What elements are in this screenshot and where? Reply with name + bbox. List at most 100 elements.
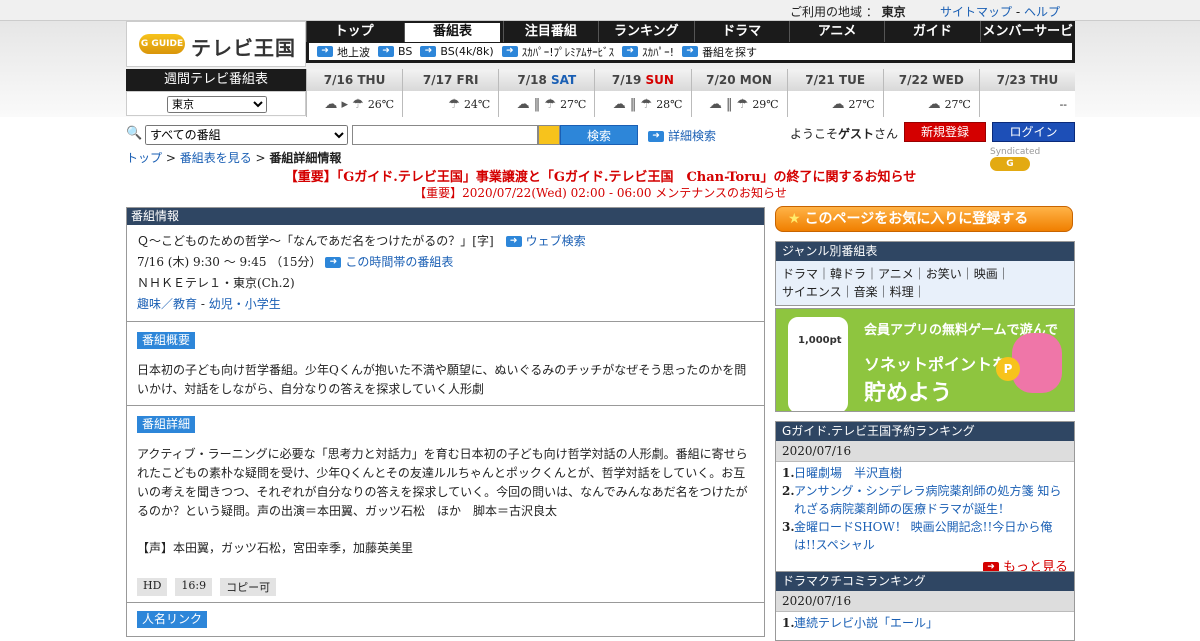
temperature: 27℃ — [560, 97, 587, 111]
register-button[interactable]: 新規登録 — [904, 122, 986, 142]
rank-number: 3. — [782, 520, 795, 534]
ranking-item[interactable]: 2. アンサング・シンデレラ病院薬剤師の処方箋 知られざる病院薬剤師の医療ドラマが… — [782, 482, 1068, 518]
arrow-icon: ➜ — [325, 257, 342, 268]
advanced-search-label[interactable]: 詳細検索 — [668, 129, 716, 143]
ranking-title[interactable]: 連続テレビ小説「エール」 — [794, 614, 938, 632]
ranking-title[interactable]: 日曜劇場 半沢直樹 — [794, 464, 902, 482]
day-column[interactable]: 7/23 THU -- — [978, 69, 1075, 117]
day-column[interactable]: 7/20 MON ☁ ‖ ☂ 29℃ — [690, 69, 787, 117]
bear-mascot-image — [1012, 333, 1062, 393]
day-of-week: SUN — [645, 73, 674, 87]
weather-cell: ☁ 27℃ — [787, 91, 883, 117]
ranking-title[interactable]: アンサング・シンデレラ病院薬剤師の処方箋 知られざる病院薬剤師の医療ドラマが誕生… — [794, 482, 1068, 518]
subnav-label: ｽｶﾊﾟｰ!ﾌﾟﾚﾐｱﾑｻｰﾋﾞｽ — [521, 45, 615, 59]
genre-link[interactable]: 趣味／教育 — [137, 297, 197, 311]
ranking-list: 1. 連続テレビ小説「エール」 — [776, 612, 1074, 634]
ranking-item[interactable]: 1. 日曜劇場 半沢直樹 — [782, 464, 1068, 482]
day-header[interactable]: 7/17 FRI — [403, 69, 499, 91]
weather-cell: ☁ ▸ ☂ 26℃ — [307, 91, 403, 117]
subnav-item[interactable]: ➜ BS(4k/8k) — [420, 45, 494, 58]
advanced-search-link[interactable]: ➜ 詳細検索 — [648, 127, 716, 144]
weather-cell: ☁ ‖ ☂ 29℃ — [691, 91, 787, 117]
genre-links-row2[interactable]: サイエンス｜音楽｜料理｜ — [782, 283, 1068, 301]
day-header[interactable]: 7/21 TUE — [787, 69, 883, 91]
day-header[interactable]: 7/20 MON — [691, 69, 787, 91]
day-header[interactable]: 7/23 THU — [979, 69, 1075, 91]
subnav-item[interactable]: ➜ BS — [378, 45, 412, 58]
nav-tab[interactable]: アニメ — [788, 21, 884, 42]
breadcrumb-schedule[interactable]: 番組表を見る — [180, 151, 252, 165]
weather-icon: ☁ ‖ ☂ — [708, 96, 749, 112]
format-tag: 16:9 — [175, 578, 213, 596]
subnav-item[interactable]: ➜ 番組を探す — [682, 44, 757, 60]
breadcrumb-top[interactable]: トップ — [126, 151, 162, 165]
region-value[interactable]: 東京 — [882, 5, 906, 19]
day-header[interactable]: 7/16 THU — [307, 69, 403, 91]
day-column[interactable]: 7/16 THU ☁ ▸ ☂ 26℃ — [306, 69, 403, 117]
day-header[interactable]: 7/22 WED — [883, 69, 979, 91]
arrow-icon: ➜ — [648, 131, 664, 142]
point-ad-banner[interactable]: 1,000pt 会員アプリの無料ゲームで遊んで ソネットポイントを 貯めよう P — [775, 308, 1075, 412]
breadcrumb-current: 番組詳細情報 — [269, 151, 342, 165]
site-logo[interactable]: G GUIDE テレビ王国 — [126, 21, 306, 67]
syndicated-label: Syndicated — [990, 147, 1041, 157]
search-input[interactable] — [352, 125, 538, 145]
day-column[interactable]: 7/18 SAT ☁ ‖ ☂ 27℃ — [498, 69, 595, 117]
nav-tab[interactable]: メンバーサービス — [979, 21, 1075, 60]
region-indicator: ご利用の地域 ： 東京 — [790, 3, 906, 20]
sitemap-link[interactable]: サイトマップ — [940, 5, 1012, 19]
region-label: ご利用の地域 ： — [790, 5, 878, 19]
rank-number: 1. — [782, 616, 795, 630]
breadcrumb: トップ > 番組表を見る > 番組詳細情報 — [126, 149, 341, 166]
area-select[interactable]: 東京 — [167, 96, 267, 113]
honorific: さん — [874, 127, 899, 141]
day-column[interactable]: 7/21 TUE ☁ 27℃ — [786, 69, 883, 117]
day-header[interactable]: 7/19 SUN — [595, 69, 691, 91]
day-column[interactable]: 7/22 WED ☁ 27℃ — [882, 69, 979, 117]
day-date: 7/16 — [323, 73, 354, 87]
breadcrumb-sep: > — [162, 151, 180, 165]
notice-maintenance[interactable]: 【重要】2020/07/22(Wed) 02:00 - 06:00 メンテナンス… — [126, 184, 1075, 201]
nav-tab[interactable]: ドラマ — [693, 21, 789, 42]
add-favorite-button[interactable]: ★ このページをお気に入りに登録する — [775, 206, 1073, 232]
day-column[interactable]: 7/19 SUN ☁ ‖ ☂ 28℃ — [594, 69, 691, 117]
help-link[interactable]: ヘルプ — [1024, 5, 1060, 19]
search-button[interactable]: 検索 — [560, 125, 638, 145]
guest-name: ゲスト — [838, 127, 875, 141]
people-link-badge: 人名リンク — [137, 611, 208, 628]
day-of-week: MON — [739, 73, 772, 87]
cast-text: 【声】本田翼，ガッツ石松，宮田幸季，加藤英美里 — [137, 541, 414, 555]
arrow-icon: ➜ — [682, 46, 699, 57]
subnav-item[interactable]: ➜ ｽｶﾊﾟｰ!ﾌﾟﾚﾐｱﾑｻｰﾋﾞｽ — [501, 44, 615, 60]
same-time-link[interactable]: この時間帯の番組表 — [345, 255, 453, 269]
genre-box: ジャンル別番組表 ドラマ｜韓ドラ｜アニメ｜お笑い｜映画｜ サイエンス｜音楽｜料理｜ — [775, 241, 1075, 306]
ranking-list: 1. 日曜劇場 半沢直樹 2. アンサング・シンデレラ病院薬剤師の処方箋 知られざる病… — [776, 462, 1074, 556]
day-header[interactable]: 7/18 SAT — [499, 69, 595, 91]
nav-tab[interactable]: トップ — [306, 21, 401, 42]
category-select[interactable]: すべての番組 — [145, 125, 348, 145]
subnav-item[interactable]: ➜ ｽｶﾊﾟｰ! — [622, 44, 674, 60]
gguide-badge: G GUIDE — [139, 34, 185, 54]
link-separator: - — [1015, 5, 1021, 19]
genre-links-row1[interactable]: ドラマ｜韓ドラ｜アニメ｜お笑い｜映画｜ — [782, 265, 1068, 283]
subnav-label: ｽｶﾊﾟｰ! — [642, 45, 675, 59]
web-search-link[interactable]: ウェブ検索 — [526, 234, 586, 248]
login-button[interactable]: ログイン — [992, 122, 1075, 142]
nav-tab[interactable]: 番組表 — [404, 23, 500, 42]
phone-image — [788, 317, 848, 411]
ranking-item[interactable]: 1. 連続テレビ小説「エール」 — [782, 614, 1068, 632]
subnav-item[interactable]: ➜ 地上波 — [317, 44, 370, 60]
ranking-title[interactable]: 金曜ロードSHOW！ 映画公開記念!!今日から俺は!!スペシャル — [794, 518, 1068, 554]
ranking-item[interactable]: 3. 金曜ロードSHOW！ 映画公開記念!!今日から俺は!!スペシャル — [782, 518, 1068, 554]
weekly-schedule-title[interactable]: 週間テレビ番組表 — [126, 69, 306, 91]
nav-tab[interactable]: ガイド — [884, 21, 979, 42]
genre-sep: - — [197, 297, 209, 311]
arrow-icon: ➜ — [317, 46, 333, 57]
nav-tab[interactable]: 注目番組 — [502, 21, 598, 42]
temperature: -- — [1059, 97, 1067, 111]
star-icon: ★ — [788, 211, 801, 227]
subgenre-link[interactable]: 幼児・小学生 — [209, 297, 281, 311]
day-column[interactable]: 7/17 FRI ☂ 24℃ — [402, 69, 499, 117]
notice-transfer[interactable]: 【重要】「Gガイド.テレビ王国」事業譲渡と「Gガイド.テレビ王国 Chan-To… — [126, 166, 1075, 185]
nav-tab[interactable]: ランキング — [598, 21, 693, 42]
